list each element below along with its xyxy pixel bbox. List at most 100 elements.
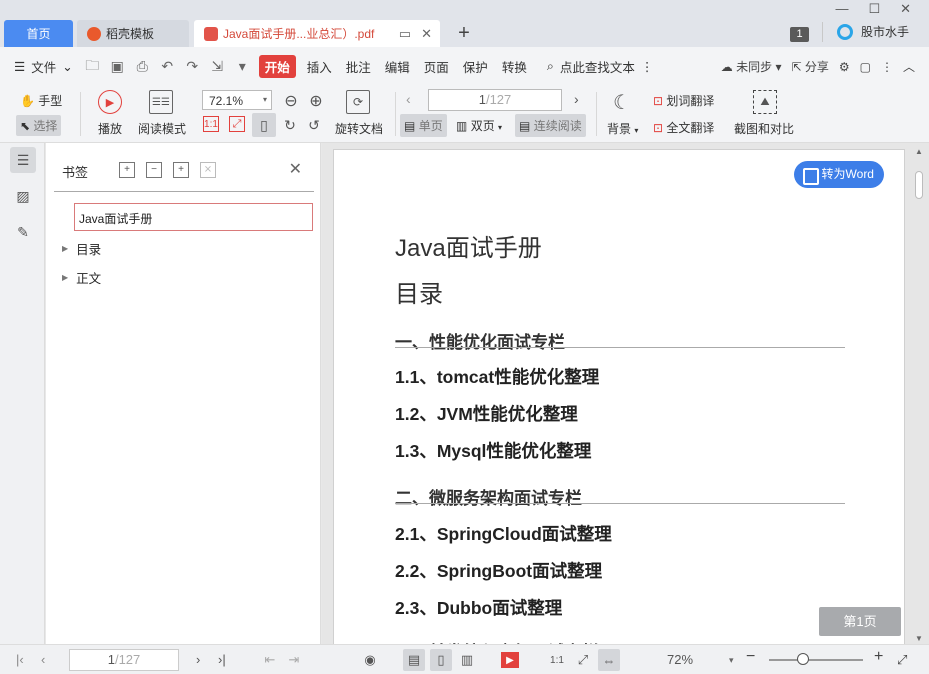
zoom-out-icon[interactable]: ⊖: [279, 89, 303, 113]
more-vertical-icon[interactable]: ⋮: [641, 59, 654, 74]
user-account[interactable]: 股市水手: [837, 23, 909, 40]
moon-icon[interactable]: ☾: [610, 90, 634, 114]
menu-insert[interactable]: 插入: [300, 57, 339, 76]
read-mode-icon[interactable]: ☰☰: [149, 90, 173, 114]
print-icon[interactable]: ⎙: [130, 56, 155, 78]
play-label[interactable]: 播放: [98, 120, 122, 137]
menu-page[interactable]: 页面: [417, 57, 456, 76]
rotate-document-icon[interactable]: ⟳: [346, 90, 370, 114]
fit-window-icon[interactable]: ⤢: [572, 649, 594, 671]
double-page-button[interactable]: ▥ 双页 ▾: [456, 117, 502, 134]
zoom-out-icon[interactable]: −: [746, 648, 755, 666]
convert-to-word-button[interactable]: 转为Word: [793, 161, 884, 188]
vertical-scrollbar[interactable]: ▲ ▼: [913, 147, 925, 643]
scrollbar-thumb[interactable]: [915, 171, 923, 199]
single-page-view-icon[interactable]: ▤: [403, 649, 425, 671]
rotate-left-icon[interactable]: ↻: [278, 113, 302, 137]
page-number-input[interactable]: 1/127: [428, 89, 562, 111]
open-folder-icon[interactable]: 🗀: [80, 56, 105, 78]
actual-size-icon[interactable]: 1:1: [546, 649, 568, 671]
document-viewport[interactable]: Java面试手册 目录 一、性能优化面试专栏 1.1、tomcat性能优化整理 …: [322, 143, 929, 649]
menu-convert[interactable]: 转换: [495, 57, 534, 76]
collapse-ribbon-icon[interactable]: ︿: [903, 58, 915, 75]
close-tab-icon[interactable]: ✕: [421, 26, 432, 42]
status-page-input[interactable]: 1/127: [69, 649, 179, 671]
expand-bookmark-icon[interactable]: +: [173, 162, 189, 178]
expand-arrow-icon[interactable]: ▶: [62, 273, 68, 282]
more-dropdown-icon[interactable]: ▾: [230, 56, 255, 78]
select-tool-button[interactable]: ⬉ 选择: [16, 115, 62, 136]
close-icon[interactable]: ✕: [289, 159, 302, 179]
zoom-percent[interactable]: 72%: [667, 652, 693, 667]
share-button[interactable]: ⇱ 分享: [791, 58, 828, 75]
redo-icon[interactable]: ↷: [180, 56, 205, 78]
continuous-read-button[interactable]: ▤ 连续阅读: [515, 114, 586, 137]
fit-width-icon[interactable]: ⇔: [598, 649, 620, 671]
eye-protection-icon[interactable]: ◉: [359, 649, 381, 671]
bookmark-item[interactable]: ▶ 正文: [62, 268, 101, 287]
forward-icon[interactable]: ⇥: [283, 649, 305, 671]
fullscreen-icon[interactable]: ⤢: [897, 652, 907, 668]
word-translate-button[interactable]: ⊡ 划词翻译: [653, 92, 714, 109]
back-icon[interactable]: ⇤: [259, 649, 281, 671]
file-menu[interactable]: ☰ 文件 ⌄: [0, 57, 80, 76]
bookmark-item[interactable]: ▶ 目录: [62, 239, 101, 258]
actual-size-icon[interactable]: 1:1: [203, 116, 219, 132]
bookmark-panel-icon[interactable]: ☰: [10, 147, 36, 173]
fit-page-view-icon[interactable]: ▯: [430, 649, 452, 671]
zoom-slider[interactable]: [769, 659, 863, 661]
tab-count-badge[interactable]: 1: [790, 27, 809, 42]
bookmark-root-item[interactable]: Java面试手册: [74, 203, 313, 231]
fit-width-icon[interactable]: ▯: [252, 113, 276, 137]
menu-protect[interactable]: 保护: [456, 57, 495, 76]
next-page-icon[interactable]: ›: [196, 652, 200, 667]
prev-page-icon[interactable]: ‹: [41, 652, 45, 667]
last-page-icon[interactable]: ›|: [218, 652, 226, 667]
single-page-button[interactable]: ▤ 单页: [400, 114, 447, 137]
message-icon[interactable]: ▢: [860, 60, 871, 74]
annotation-panel-icon[interactable]: ✎: [10, 219, 36, 245]
tab-home[interactable]: 首页: [4, 20, 73, 47]
zoom-in-icon[interactable]: +: [874, 648, 883, 666]
play-icon[interactable]: ▶: [98, 90, 122, 114]
undo-icon[interactable]: ↶: [155, 56, 180, 78]
scroll-down-icon[interactable]: ▼: [915, 634, 923, 643]
float-window-icon[interactable]: ▭: [399, 26, 411, 42]
prev-page-icon[interactable]: ‹: [406, 91, 411, 107]
fit-page-icon[interactable]: ⤢: [229, 116, 245, 132]
zoom-slider-handle[interactable]: [797, 653, 809, 665]
zoom-in-icon[interactable]: ⊕: [304, 89, 328, 113]
delete-bookmark-icon[interactable]: ⨯: [200, 162, 216, 178]
first-page-icon[interactable]: |‹: [16, 652, 24, 667]
tab-pdf-document[interactable]: Java面试手册...业总汇）.pdf ▭ ✕: [194, 20, 440, 47]
remove-bookmark-icon[interactable]: −: [146, 162, 162, 178]
background-button[interactable]: 背景 ▾: [607, 120, 638, 137]
hand-tool-button[interactable]: ✋ 手型: [20, 92, 62, 109]
new-tab-button[interactable]: +: [452, 20, 476, 47]
more-options-icon[interactable]: ⋮: [881, 60, 893, 74]
screenshot-compare-label[interactable]: 截图和对比: [734, 120, 794, 137]
settings-icon[interactable]: ⚙: [839, 60, 850, 74]
save-icon[interactable]: ▣: [105, 56, 130, 78]
screenshot-compare-icon[interactable]: ⛰: [753, 90, 777, 114]
rotate-document-label[interactable]: 旋转文档: [335, 120, 383, 137]
search-text-box[interactable]: ⌕ 点此查找文本 ⋮: [540, 57, 661, 76]
expand-arrow-icon[interactable]: ▶: [62, 244, 68, 253]
read-mode-label[interactable]: 阅读模式: [138, 120, 186, 137]
maximize-icon[interactable]: ☐: [868, 1, 880, 17]
double-page-view-icon[interactable]: ▥: [456, 649, 478, 671]
scroll-up-icon[interactable]: ▲: [915, 147, 923, 156]
add-bookmark-icon[interactable]: +: [119, 162, 135, 178]
sync-status[interactable]: ☁ 未同步 ▾: [721, 58, 782, 75]
next-page-icon[interactable]: ›: [574, 91, 579, 107]
menu-start[interactable]: 开始: [258, 55, 296, 78]
export-icon[interactable]: ⇲: [205, 56, 230, 78]
rotate-right-icon[interactable]: ↺: [302, 113, 326, 137]
tab-templates[interactable]: 稻壳模板: [77, 20, 189, 47]
zoom-select[interactable]: 72.1% ▾: [202, 90, 272, 110]
chevron-down-icon[interactable]: ▾: [729, 655, 734, 666]
minimize-icon[interactable]: —: [835, 1, 848, 17]
full-translate-button[interactable]: ⊡ 全文翻译: [653, 119, 714, 136]
play-icon[interactable]: ▶: [501, 652, 519, 668]
close-window-icon[interactable]: ✕: [900, 1, 911, 17]
